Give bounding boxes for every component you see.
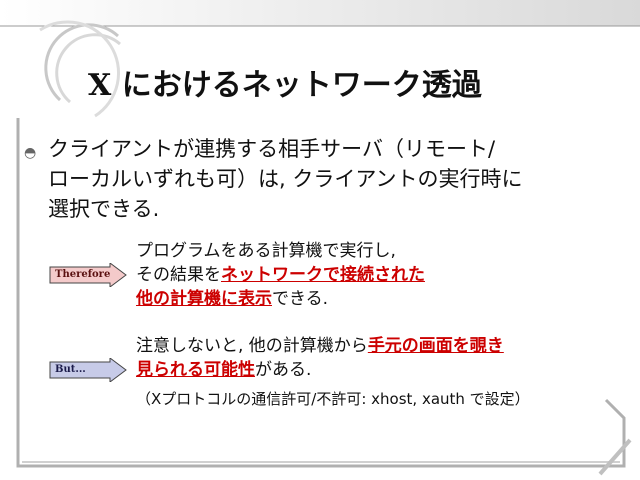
therefore-line-2-highlight: ネットワークで接続された (221, 265, 425, 285)
therefore-block: プログラムをある計算機で実行し, その結果をネットワークで接続された 他の計算機… (136, 239, 425, 311)
main-bullet-line: 選択できる. (48, 197, 160, 221)
slide-header: X Window System - 05 itpass 実習 - 第 10 回 … (0, 0, 640, 26)
protocol-note: （Xプロトコルの通信許可/不許可: xhost, xauth で設定） (136, 390, 530, 408)
main-bullet-line: クライアントが連携する相手サーバ（リモート/ (48, 137, 496, 161)
but-line-2: 見られる可能性がある. (136, 358, 504, 382)
header-left: X Window System - 05 (6, 5, 151, 19)
main-bullet-line: ローカルいずれも可）は, クライアントの実行時に (48, 167, 523, 191)
but-label: But... (55, 364, 86, 375)
but-line-1: 注意しないと, 他の計算機から手元の画面を覗き (136, 334, 504, 358)
but-line-2-highlight: 見られる可能性 (136, 360, 255, 380)
therefore-label: Therefore (55, 269, 111, 280)
therefore-line-1: プログラムをある計算機で実行し, (136, 241, 396, 261)
but-line-2-plain: がある. (255, 360, 312, 380)
main-bullet: クライアントが連携する相手サーバ（リモート/ ローカルいずれも可）は, クライア… (48, 134, 608, 224)
bullet-icon: ◓ (24, 145, 37, 161)
therefore-line-2: その結果をネットワークで接続された (136, 263, 425, 287)
but-line-1-highlight: 手元の画面を覗き (367, 336, 504, 356)
slide-title: X におけるネットワーク透過 (88, 68, 482, 103)
therefore-line-3-plain: できる. (272, 289, 329, 309)
but-line-1-plain: 注意しないと, 他の計算機から (136, 336, 368, 356)
therefore-line-3: 他の計算機に表示できる. (136, 287, 425, 311)
header-right: itpass 実習 - 第 10 回 (2011/07/01) (390, 7, 634, 21)
but-block: 注意しないと, 他の計算機から手元の画面を覗き 見られる可能性がある. (136, 334, 504, 382)
therefore-line-3-highlight: 他の計算機に表示 (136, 289, 272, 309)
therefore-line-2-plain: その結果を (136, 265, 221, 285)
